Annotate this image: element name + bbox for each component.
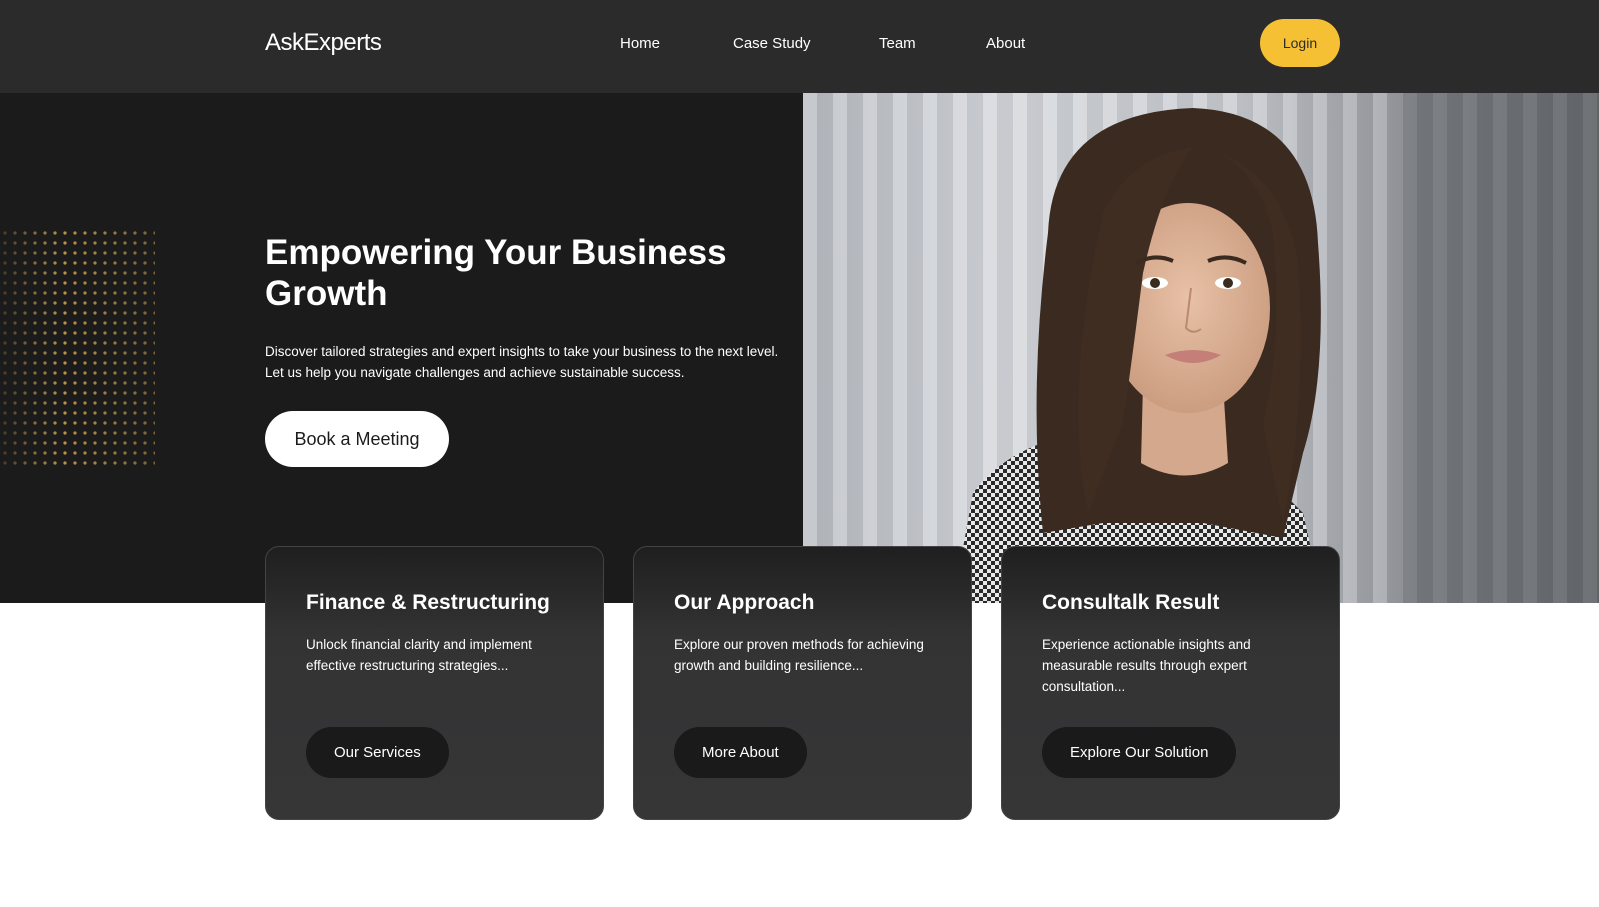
login-button[interactable]: Login xyxy=(1260,19,1340,67)
site-header: AskExperts Home Case Study Team About Lo… xyxy=(0,0,1599,93)
card-title: Consultalk Result xyxy=(1042,591,1220,614)
card-title: Our Approach xyxy=(674,591,815,614)
nav-home[interactable]: Home xyxy=(620,35,660,52)
nav-about[interactable]: About xyxy=(986,35,1025,52)
card-title: Finance & Restructuring xyxy=(306,591,550,614)
hero-title: Empowering Your Business Growth xyxy=(265,233,727,313)
explore-solution-button[interactable]: Explore Our Solution xyxy=(1042,727,1237,778)
hero-description: Discover tailored strategies and expert … xyxy=(265,344,779,380)
card-description: Unlock financial clarity and implement e… xyxy=(306,637,532,673)
our-services-button[interactable]: Our Services xyxy=(306,727,449,778)
logo[interactable]: AskExperts xyxy=(265,29,382,57)
finance-card: Finance & Restructuring Unlock financial… xyxy=(265,546,604,820)
hero-portrait-image xyxy=(803,93,1599,603)
nav-team[interactable]: Team xyxy=(879,35,916,52)
card-description: Explore our proven methods for achieving… xyxy=(674,637,924,673)
more-about-button[interactable]: More About xyxy=(674,727,807,778)
dot-pattern-decoration xyxy=(0,228,155,468)
nav-case-study[interactable]: Case Study xyxy=(733,35,811,52)
portrait-illustration xyxy=(953,93,1599,603)
book-meeting-button[interactable]: Book a Meeting xyxy=(265,411,449,467)
card-description: Experience actionable insights and measu… xyxy=(1042,637,1251,694)
approach-card: Our Approach Explore our proven methods … xyxy=(633,546,972,820)
result-card: Consultalk Result Experience actionable … xyxy=(1001,546,1340,820)
